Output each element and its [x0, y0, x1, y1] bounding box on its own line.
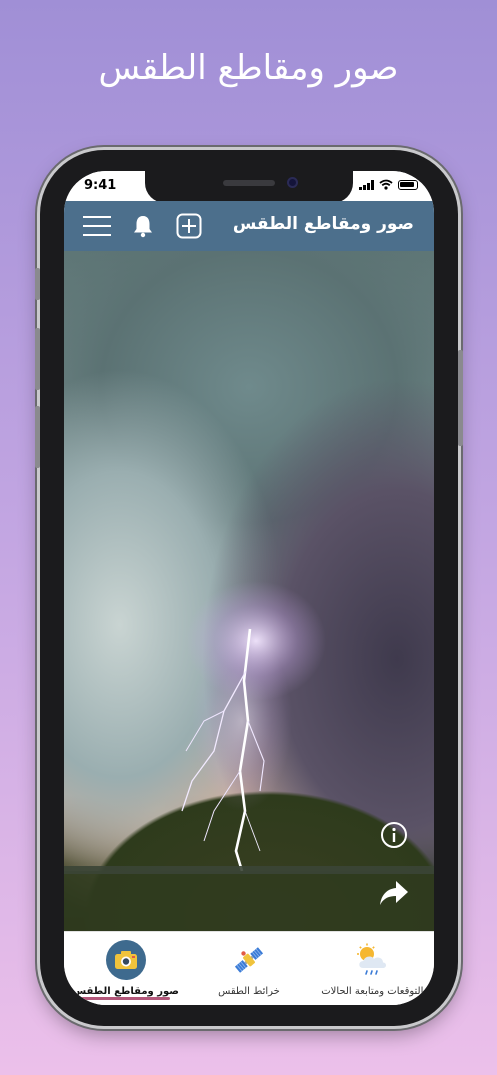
phone-side-button [35, 268, 40, 300]
app-screen: 9:41 صور ومقاطع الطقس صور ومقاطع الطقس خ… [64, 171, 434, 1005]
nav-tab-weather-maps[interactable]: خرائط الطقس [187, 932, 310, 1005]
info-icon [381, 822, 407, 848]
phone-notch [145, 171, 353, 203]
lightning-bolt-graphic [64, 581, 434, 931]
header-title: صور ومقاطع الطقس [232, 214, 414, 234]
front-camera [287, 177, 298, 188]
info-button[interactable] [380, 821, 408, 849]
add-icon [176, 213, 202, 239]
share-button[interactable] [378, 877, 410, 909]
phone-volume-down [35, 406, 40, 468]
phone-power-button [458, 350, 463, 446]
battery-icon [398, 179, 418, 190]
promo-title: صور ومقاطع الطقس [98, 48, 399, 88]
weather-cloud-rain-icon [352, 940, 392, 980]
menu-button[interactable] [80, 209, 114, 243]
app-header: صور ومقاطع الطقس [64, 201, 434, 251]
share-icon [380, 881, 408, 905]
signal-icon [359, 179, 374, 190]
notifications-button[interactable] [126, 209, 160, 243]
speaker-grille [223, 180, 275, 186]
nav-tab-weather-photos[interactable]: صور ومقاطع الطقس [64, 932, 187, 1005]
status-time: 9:41 [84, 178, 117, 193]
nav-label-weather-photos: صور ومقاطع الطقس [72, 986, 179, 997]
wifi-icon [379, 179, 393, 190]
add-button[interactable] [172, 209, 206, 243]
phone-volume-up [35, 328, 40, 390]
satellite-icon [229, 940, 269, 980]
nav-label-forecasts: التوقعات ومتابعة الحالات [321, 986, 424, 997]
bell-icon [134, 216, 152, 238]
active-tab-indicator [78, 997, 170, 1000]
phone-frame: 9:41 صور ومقاطع الطقس صور ومقاطع الطقس خ… [35, 150, 463, 1026]
status-icons [359, 179, 418, 190]
camera-icon [105, 940, 146, 980]
bottom-nav: صور ومقاطع الطقس خرائط الطقس التوقعات وم… [64, 931, 434, 1005]
menu-icon [83, 216, 111, 236]
nav-label-weather-maps: خرائط الطقس [218, 986, 280, 997]
weather-photo[interactable] [64, 251, 434, 931]
nav-tab-forecasts[interactable]: التوقعات ومتابعة الحالات [311, 932, 434, 1005]
